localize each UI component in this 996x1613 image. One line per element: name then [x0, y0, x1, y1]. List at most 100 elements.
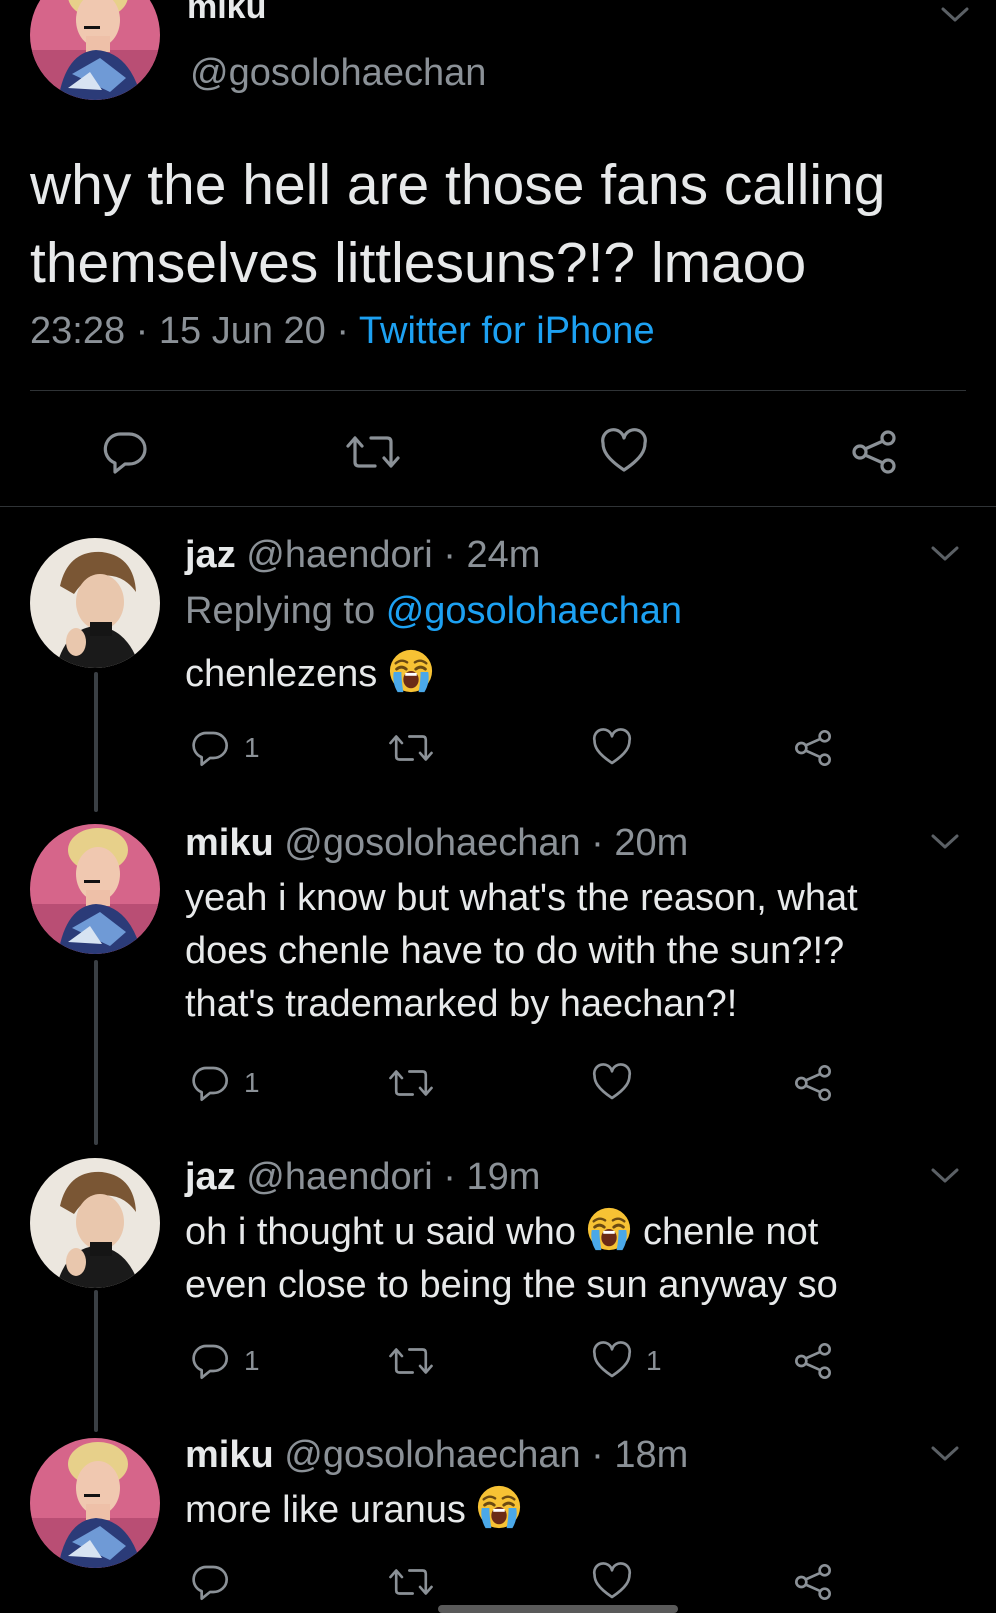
reply-1-reply-button[interactable]: 1	[190, 728, 260, 768]
reply-4-author-handle[interactable]: @gosolohaechan	[284, 1434, 580, 1476]
main-tweet-time[interactable]: 23:28	[30, 310, 125, 352]
reply-icon	[190, 1562, 230, 1602]
reply-2-text-line-3: that's trademarked by haechan?!	[185, 983, 738, 1025]
reply-4-time[interactable]: 18m	[614, 1434, 688, 1476]
reply-1-avatar[interactable]	[30, 538, 160, 668]
reply-1-retweet-button[interactable]	[388, 728, 434, 768]
loudly-crying-face-emoji	[476, 1484, 522, 1530]
main-tweet-text-line-1: why the hell are those fans calling	[30, 153, 886, 217]
reply-4-like-button[interactable]	[592, 1562, 632, 1602]
home-indicator	[438, 1605, 678, 1613]
heart-icon	[600, 428, 648, 476]
reply-2-reply-button[interactable]: 1	[190, 1063, 260, 1103]
reply-4-share-button[interactable]	[793, 1562, 833, 1602]
reply-4-avatar[interactable]	[30, 1438, 160, 1568]
reply-3-author-name[interactable]: jaz	[185, 1156, 236, 1198]
reply-2-text: yeah i know but what's the reason, what …	[185, 872, 858, 1031]
reply-4-header: miku @gosolohaechan · 18m	[185, 1434, 688, 1477]
reply-4-menu-chevron-icon[interactable]	[930, 1444, 960, 1469]
reply-2-like-button[interactable]	[592, 1063, 632, 1103]
reply-icon	[190, 728, 230, 768]
reply-3-avatar[interactable]	[30, 1158, 160, 1288]
replying-to-label: Replying to	[185, 590, 376, 632]
main-share-button[interactable]	[850, 428, 898, 476]
reply-3-text-part-b: chenle not	[642, 1211, 819, 1253]
main-tweet-avatar[interactable]	[30, 0, 160, 100]
reply-1-author-handle[interactable]: @haendori	[246, 534, 432, 576]
main-like-button[interactable]	[600, 428, 648, 476]
reply-1-header: jaz @haendori · 24m	[185, 534, 540, 577]
main-tweet-author-handle[interactable]: @gosolohaechan	[190, 52, 486, 95]
share-icon	[793, 1562, 833, 1602]
meta-separator: ·	[432, 534, 467, 576]
reply-3-author-handle[interactable]: @haendori	[246, 1156, 432, 1198]
reply-1-author-name[interactable]: jaz	[185, 534, 236, 576]
reply-icon	[101, 428, 149, 476]
reply-count: 1	[244, 1067, 260, 1098]
reply-2-author-name[interactable]: miku	[185, 822, 274, 864]
share-icon	[850, 428, 898, 476]
divider	[30, 390, 966, 391]
replying-to-handle-link[interactable]: @gosolohaechan	[386, 590, 682, 632]
retweet-icon	[388, 1341, 434, 1381]
meta-separator: ·	[580, 822, 615, 864]
reply-2-header: miku @gosolohaechan · 20m	[185, 822, 688, 865]
main-tweet-menu-chevron-icon[interactable]	[940, 5, 970, 30]
reply-3-text-line-2: even close to being the sun anyway so	[185, 1264, 838, 1306]
reply-2-menu-chevron-icon[interactable]	[930, 832, 960, 857]
main-retweet-button[interactable]	[345, 428, 401, 476]
main-tweet-source-link[interactable]: Twitter for iPhone	[359, 310, 655, 352]
loudly-crying-face-emoji	[586, 1206, 632, 1252]
share-icon	[793, 1063, 833, 1103]
meta-separator: ·	[336, 310, 359, 352]
thread-line	[94, 1290, 98, 1432]
reply-3-menu-chevron-icon[interactable]	[930, 1166, 960, 1191]
meta-separator: ·	[135, 310, 159, 352]
reply-2-text-line-2: does chenle have to do with the sun?!?	[185, 930, 845, 972]
reply-1-share-button[interactable]	[793, 728, 833, 768]
reply-3-like-button[interactable]: 1	[592, 1341, 662, 1381]
main-tweet-meta: 23:28 · 15 Jun 20 · Twitter for iPhone	[30, 310, 655, 353]
thread-line	[94, 960, 98, 1145]
reply-4-retweet-button[interactable]	[388, 1562, 434, 1602]
retweet-icon	[388, 1562, 434, 1602]
reply-1-text-content: chenlezens	[185, 653, 378, 695]
reply-1-like-button[interactable]	[592, 728, 632, 768]
reply-3-text: oh i thought u said who chenle not even …	[185, 1206, 838, 1312]
reply-3-reply-button[interactable]: 1	[190, 1341, 260, 1381]
reply-3-time[interactable]: 19m	[467, 1156, 541, 1198]
retweet-icon	[388, 1063, 434, 1103]
reply-2-author-handle[interactable]: @gosolohaechan	[284, 822, 580, 864]
reply-1-menu-chevron-icon[interactable]	[930, 544, 960, 569]
heart-icon	[592, 1562, 632, 1602]
reply-3-text-part-a: oh i thought u said who	[185, 1211, 576, 1253]
reply-2-text-line-1: yeah i know but what's the reason, what	[185, 877, 858, 919]
reply-3-text-line-1: oh i thought u said who chenle not	[185, 1206, 838, 1259]
heart-icon	[592, 1063, 632, 1103]
reply-4-author-name[interactable]: miku	[185, 1434, 274, 1476]
main-tweet-date[interactable]: 15 Jun 20	[159, 310, 326, 352]
reply-1-time[interactable]: 24m	[467, 534, 541, 576]
reply-2-avatar[interactable]	[30, 824, 160, 954]
retweet-icon	[388, 728, 434, 768]
retweet-icon	[345, 428, 401, 476]
like-count: 1	[646, 1345, 662, 1376]
reply-4-text-content: more like uranus	[185, 1489, 466, 1531]
share-icon	[793, 1341, 833, 1381]
reply-2-retweet-button[interactable]	[388, 1063, 434, 1103]
reply-icon	[190, 1341, 230, 1381]
reply-3-header: jaz @haendori · 19m	[185, 1156, 540, 1199]
reply-3-retweet-button[interactable]	[388, 1341, 434, 1381]
reply-2-time[interactable]: 20m	[614, 822, 688, 864]
reply-3-share-button[interactable]	[793, 1341, 833, 1381]
reply-1-text: chenlezens	[185, 648, 434, 701]
reply-4-reply-button[interactable]	[190, 1562, 230, 1602]
main-tweet-text: why the hell are those fans calling them…	[30, 146, 886, 302]
main-tweet-author-name[interactable]: miku	[187, 0, 266, 27]
reply-2-share-button[interactable]	[793, 1063, 833, 1103]
main-tweet-text-line-2: themselves littlesuns?!? lmaoo	[30, 231, 807, 295]
heart-icon	[592, 728, 632, 768]
reply-count: 1	[244, 1345, 260, 1376]
meta-separator: ·	[432, 1156, 467, 1198]
main-reply-button[interactable]	[101, 428, 149, 476]
